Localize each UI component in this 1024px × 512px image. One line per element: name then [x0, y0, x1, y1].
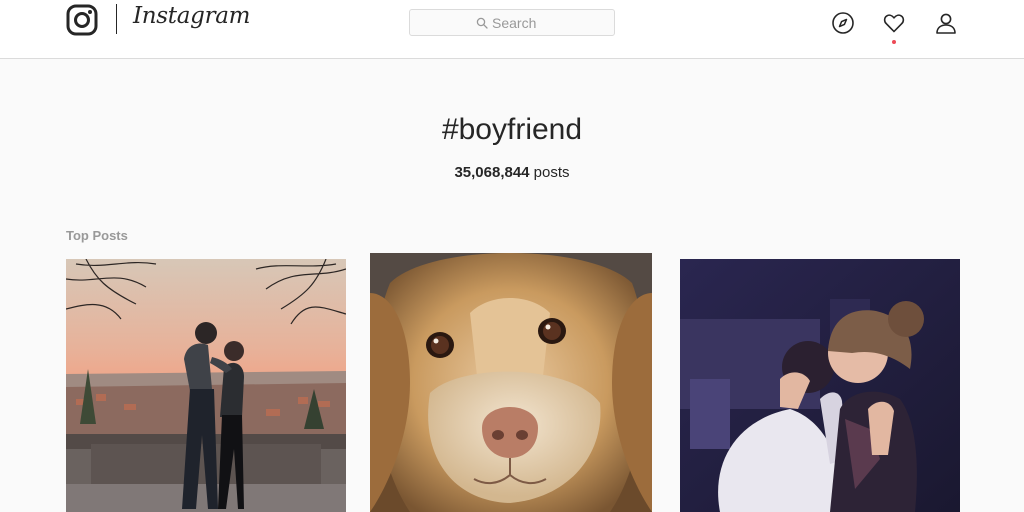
top-post-2[interactable]	[370, 253, 652, 512]
instagram-wordmark-logo[interactable]: Instagram	[133, 3, 251, 29]
person-icon[interactable]	[934, 11, 958, 35]
search-input[interactable]	[492, 14, 548, 31]
top-posts-heading: Top Posts	[66, 228, 128, 243]
post-image-dog-portrait	[370, 253, 652, 512]
search-icon	[476, 17, 488, 29]
top-nav-bar: Instagram	[0, 0, 1024, 59]
post-count-label: posts	[529, 164, 570, 181]
top-post-1[interactable]	[66, 259, 346, 512]
compass-icon[interactable]	[831, 11, 855, 35]
activity-notification-dot	[892, 40, 896, 44]
hashtag-title: #boyfriend	[441, 113, 583, 146]
logo-divider	[116, 4, 117, 34]
top-post-3[interactable]	[680, 259, 960, 512]
post-count-number: 35,068,844	[454, 164, 530, 181]
post-image-couple-sunset	[66, 259, 346, 512]
heart-icon[interactable]	[882, 11, 906, 35]
post-count: 35,068,844 posts	[0, 164, 1024, 181]
camera-logo-icon[interactable]	[66, 4, 98, 36]
search-box[interactable]	[409, 9, 615, 36]
post-image-couple-embrace	[680, 259, 960, 512]
